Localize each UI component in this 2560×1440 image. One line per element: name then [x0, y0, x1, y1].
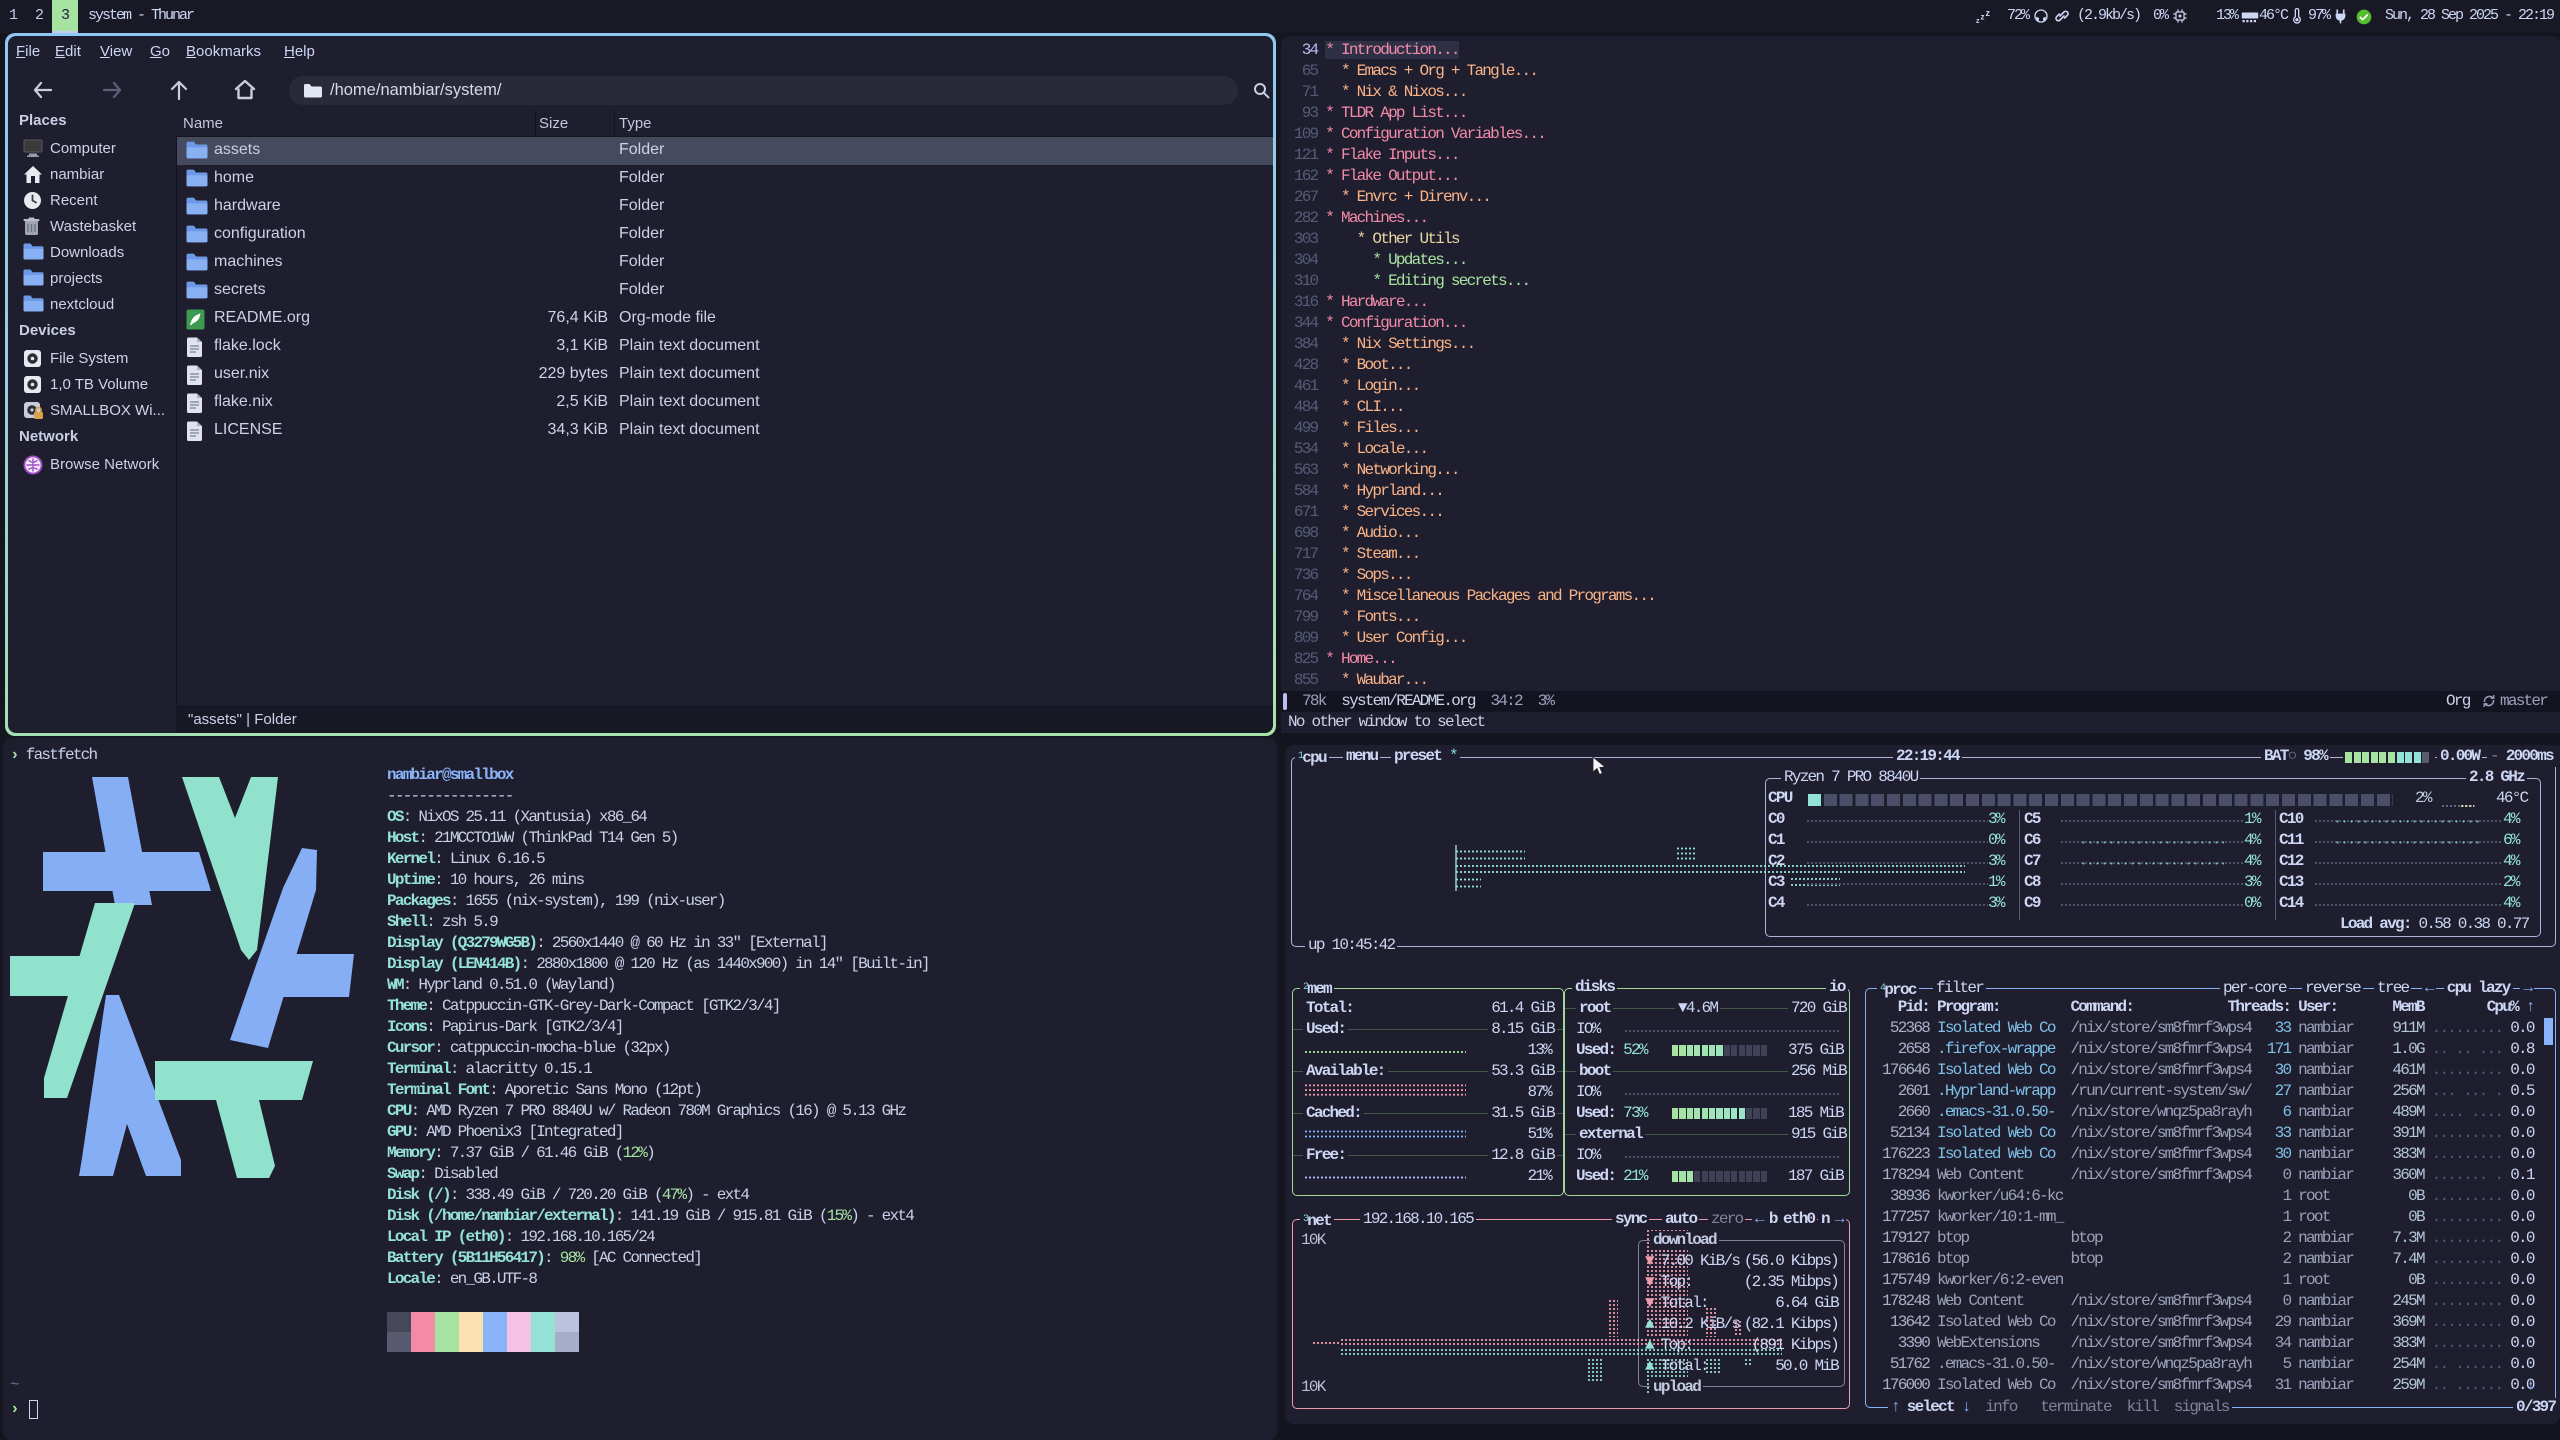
svg-text:z: z: [1986, 9, 1991, 18]
svg-text:z: z: [1976, 18, 1980, 24]
svg-text:z: z: [1981, 13, 1985, 22]
